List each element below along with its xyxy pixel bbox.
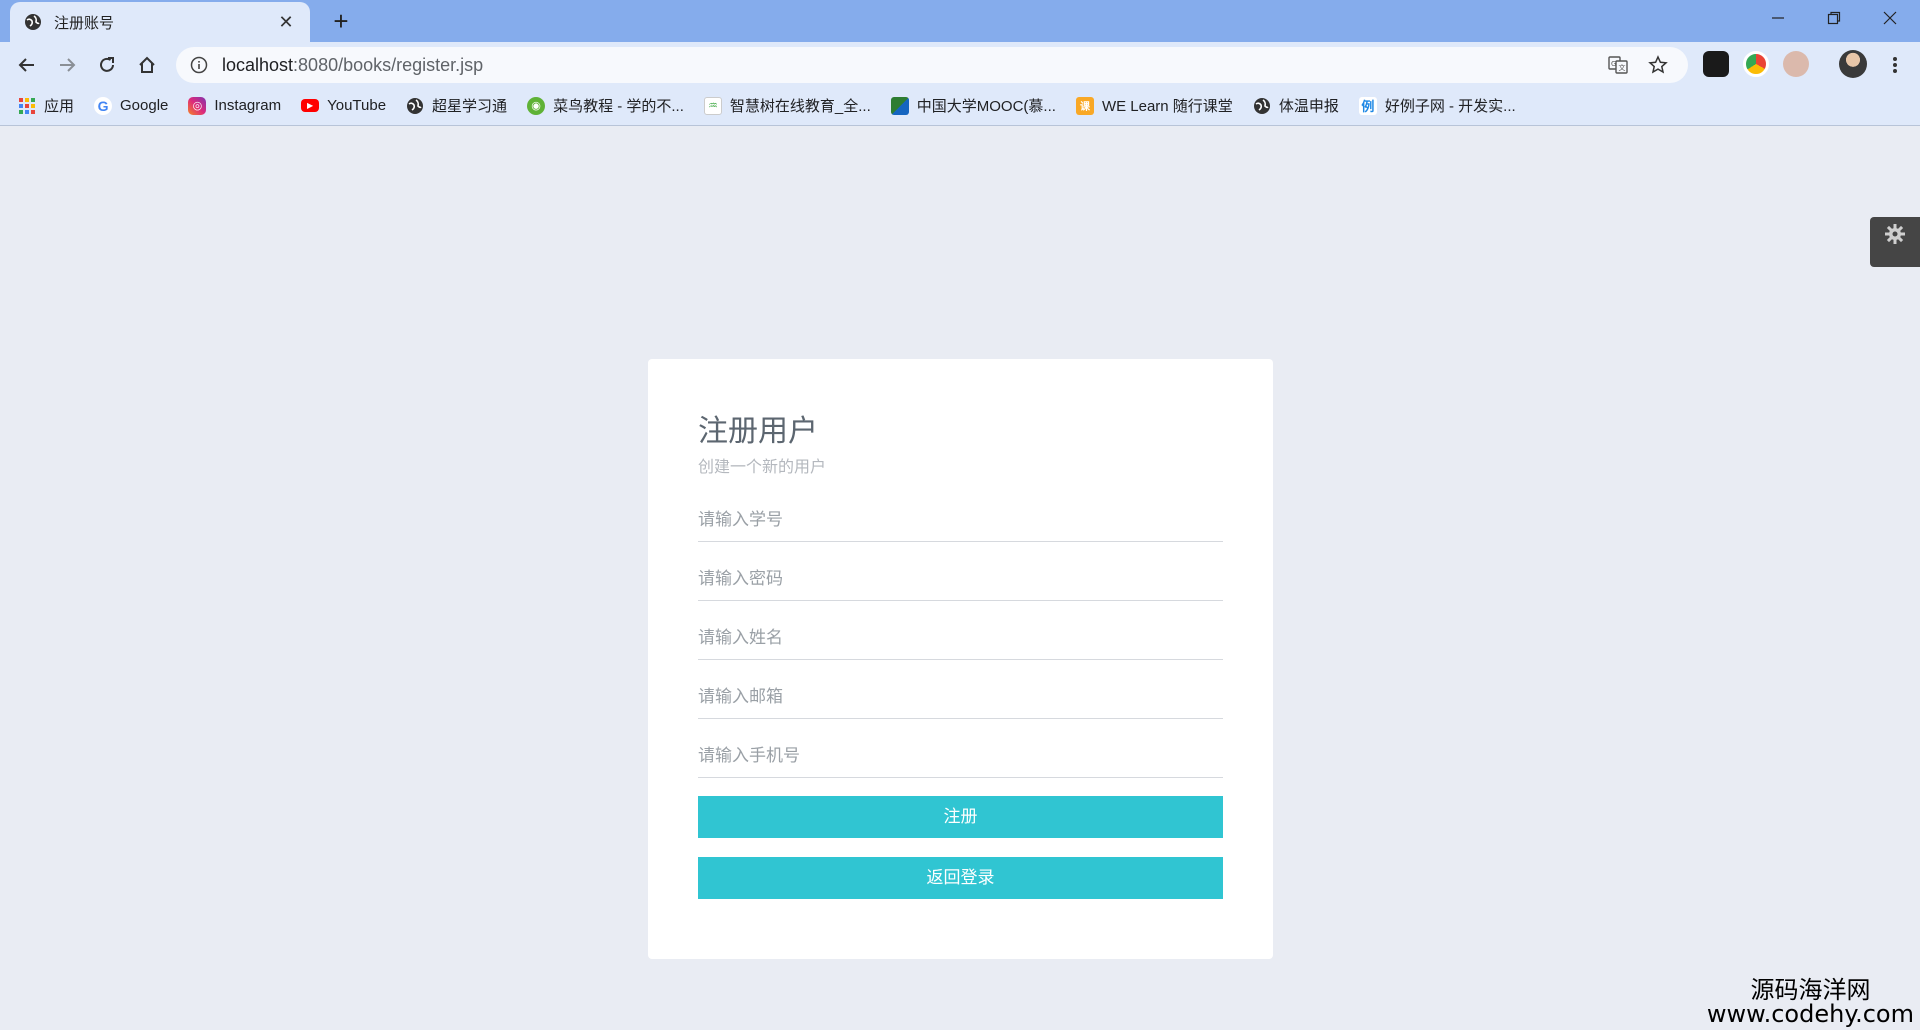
browser-menu-button[interactable]	[1880, 50, 1910, 80]
globe-icon	[407, 97, 424, 114]
bookmark-instagram[interactable]: ◎ Instagram	[188, 96, 281, 115]
browser-titlebar: 注册账号 ✕ +	[0, 0, 1920, 42]
apps-grid-icon	[19, 97, 35, 114]
student-id-input[interactable]	[698, 498, 1223, 542]
profile-avatar[interactable]	[1839, 50, 1867, 78]
restore-window-button[interactable]	[1806, 0, 1862, 36]
reload-icon	[100, 57, 114, 72]
bookmark-star-button[interactable]	[1648, 47, 1668, 83]
arrow-right-icon	[60, 58, 76, 72]
bookmark-zhihuishu[interactable]: ♒ 智慧树在线教育_全...	[703, 95, 871, 116]
bookmark-haolizi[interactable]: 例 好例子网 - 开发实...	[1358, 95, 1516, 116]
site-watermark: 源码海洋网 www.codehy.com	[1707, 978, 1914, 1026]
star-icon	[1648, 55, 1668, 74]
home-icon	[139, 56, 155, 73]
instagram-icon: ◎	[188, 96, 207, 115]
zhihuishu-icon: ♒	[703, 96, 722, 115]
mooc-icon	[890, 96, 909, 115]
bookmark-google[interactable]: G Google	[94, 96, 168, 115]
phone-input[interactable]	[698, 734, 1223, 778]
watermark-title: 源码海洋网	[1750, 976, 1871, 1004]
tab-title: 注册账号	[54, 14, 115, 32]
address-bar[interactable]: localhost:8080/books/register.jsp G文	[176, 47, 1688, 83]
watermark-url: www.codehy.com	[1706, 1000, 1914, 1028]
back-to-login-button[interactable]: 返回登录	[698, 857, 1223, 899]
youtube-icon: ▶	[301, 99, 320, 112]
globe-icon	[25, 14, 41, 30]
more-vertical-icon	[1893, 57, 1897, 73]
bookmarks-bar: 应用 G Google ◎ Instagram ▶ YouTube 超星学习通 …	[0, 86, 1920, 126]
email-input[interactable]	[698, 675, 1223, 719]
info-icon[interactable]	[190, 56, 208, 74]
register-button[interactable]: 注册	[698, 796, 1223, 838]
close-window-button[interactable]	[1862, 0, 1918, 36]
register-card: 注册用户 创建一个新的用户 注册 返回登录	[648, 359, 1273, 959]
minimize-icon	[1772, 17, 1784, 19]
home-button[interactable]	[132, 50, 162, 80]
restore-icon	[1827, 11, 1841, 25]
close-icon	[1883, 11, 1897, 25]
close-tab-icon[interactable]: ✕	[276, 12, 296, 33]
new-tab-button[interactable]: +	[326, 6, 356, 36]
reload-button[interactable]	[92, 50, 122, 80]
minimize-window-button[interactable]	[1750, 0, 1806, 36]
google-icon: G	[94, 96, 113, 115]
bookmark-runoob[interactable]: ◉ 菜鸟教程 - 学的不...	[527, 95, 684, 116]
bookmark-apps[interactable]: 应用	[18, 95, 74, 116]
bookmark-chaoxing[interactable]: 超星学习通	[406, 95, 507, 116]
welearn-icon: 课	[1075, 96, 1094, 115]
extension-colorful-icon[interactable]	[1743, 51, 1769, 77]
back-button[interactable]	[12, 50, 42, 80]
url-text: localhost:8080/books/register.jsp	[222, 54, 484, 75]
runoob-icon: ◉	[527, 96, 546, 115]
page-body: 注册用户 创建一个新的用户 注册 返回登录 源码海洋网 www.codehy.c…	[0, 127, 1920, 1030]
page-subtitle: 创建一个新的用户	[698, 459, 827, 476]
gear-icon	[1885, 224, 1905, 244]
translate-button[interactable]: G文	[1608, 47, 1628, 83]
bookmark-temperature[interactable]: 体温申报	[1253, 95, 1339, 116]
browser-tab-active[interactable]: 注册账号 ✕	[10, 2, 310, 42]
bookmark-youtube[interactable]: ▶ YouTube	[301, 97, 386, 114]
svg-text:G: G	[1611, 60, 1616, 68]
svg-text:文: 文	[1619, 63, 1626, 72]
name-input[interactable]	[698, 616, 1223, 660]
bookmark-welearn[interactable]: 课 WE Learn 随行课堂	[1075, 95, 1233, 116]
translate-icon: G文	[1608, 56, 1628, 74]
extension-face-icon[interactable]	[1783, 51, 1809, 77]
arrow-left-icon	[18, 58, 34, 72]
settings-panel-toggle[interactable]	[1870, 217, 1920, 267]
password-input[interactable]	[698, 557, 1223, 601]
globe-icon	[1253, 97, 1270, 114]
browser-toolbar: localhost:8080/books/register.jsp G文	[0, 42, 1920, 86]
haolizi-icon: 例	[1358, 96, 1377, 115]
forward-button[interactable]	[52, 50, 82, 80]
extension-tampermonkey-icon[interactable]	[1703, 51, 1729, 77]
page-title: 注册用户	[698, 415, 818, 448]
bookmark-mooc[interactable]: 中国大学MOOC(慕...	[890, 95, 1056, 116]
